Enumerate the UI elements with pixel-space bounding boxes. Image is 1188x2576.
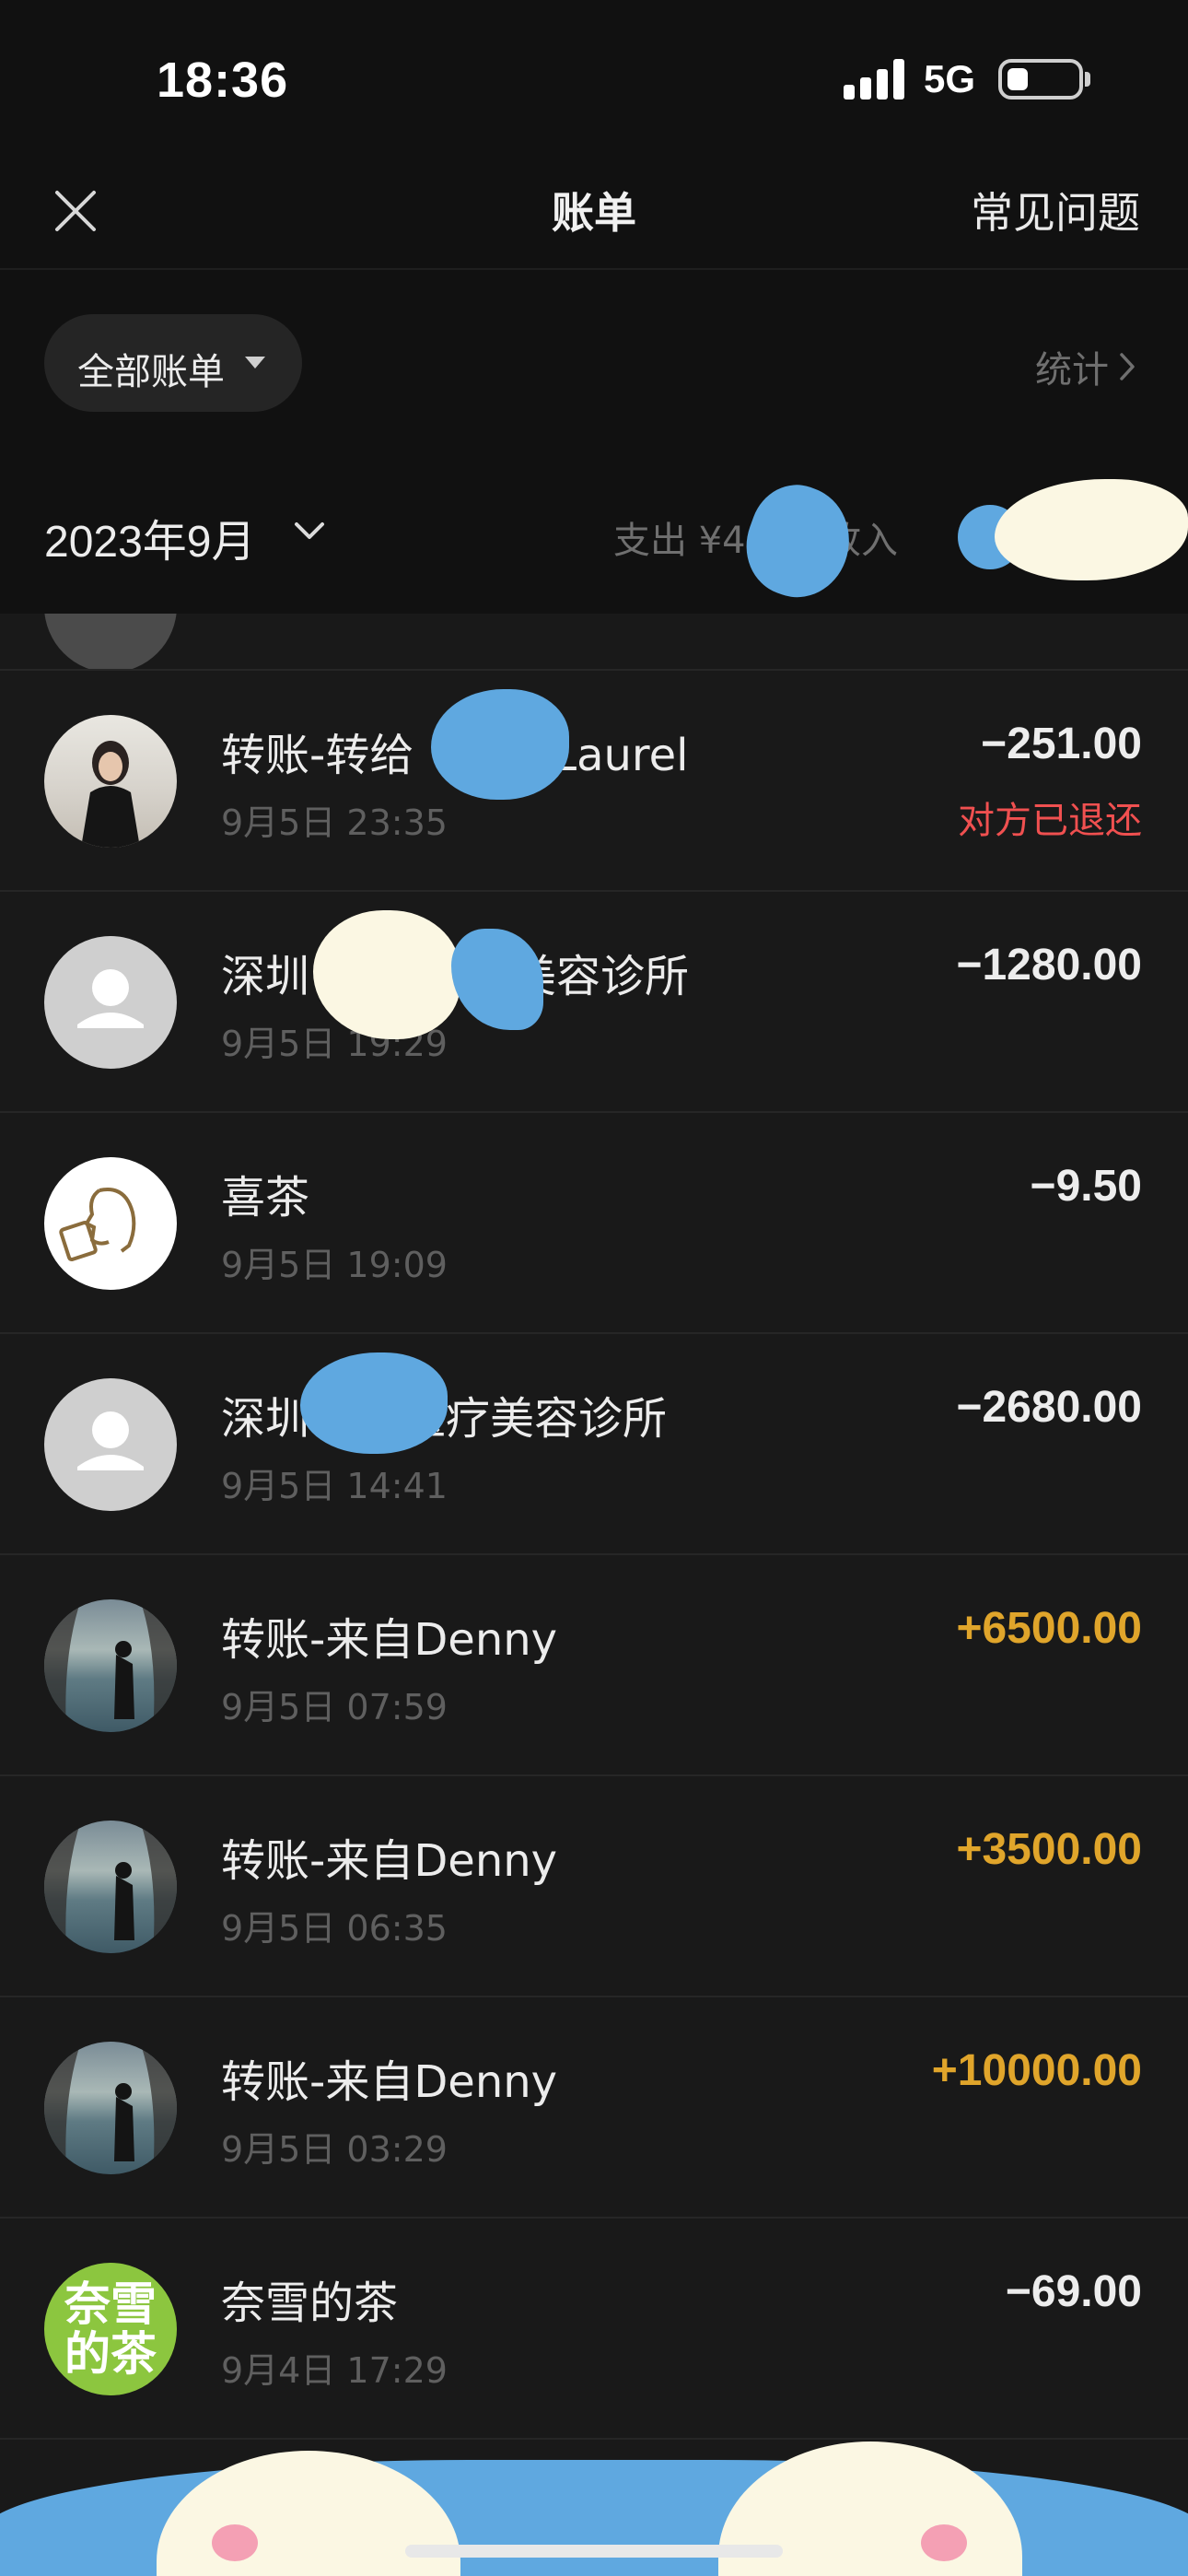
heytea-logo-icon [59, 1188, 136, 1262]
list-item[interactable] [0, 614, 1188, 671]
transaction-amount: +3500.00 [956, 1825, 1142, 1874]
avatar [44, 1157, 177, 1290]
redaction-mark [995, 479, 1188, 580]
transaction-amount: −2680.00 [956, 1383, 1142, 1432]
refund-status: 对方已退还 [958, 800, 1142, 842]
status-bar: 18:36 5G [0, 0, 1188, 152]
redaction-mark [431, 689, 569, 800]
transaction-row[interactable]: 深圳 美容诊所 9月5日 19:29 −1280.00 [0, 892, 1188, 1113]
month-selector[interactable]: 2023年9月 [44, 505, 255, 569]
transaction-time: 9月5日 23:35 [221, 802, 448, 843]
default-person-icon [77, 969, 144, 1028]
transaction-title: 喜茶 [221, 1172, 310, 1224]
cellular-signal-icon [844, 59, 904, 100]
avatar [44, 715, 177, 848]
transaction-title: 转账-来自Denny [221, 1835, 558, 1887]
avatar: 奈雪的茶 [44, 2263, 177, 2395]
bill-filter-dropdown[interactable]: 全部账单 [44, 314, 302, 412]
transaction-amount: +6500.00 [956, 1604, 1142, 1653]
transaction-amount: −9.50 [1030, 1162, 1142, 1211]
transaction-time: 9月5日 03:29 [221, 2129, 448, 2170]
transaction-time: 9月5日 06:35 [221, 1908, 448, 1949]
avatar [44, 936, 177, 1069]
nav-bar: 账单 常见问题 [0, 152, 1188, 270]
nayuki-logo: 奈雪的茶 [64, 2277, 157, 2381]
transaction-row[interactable]: 深圳 医疗美容诊所 9月5日 14:41 −2680.00 [0, 1334, 1188, 1555]
transaction-row[interactable]: 转账-转给 Laurel 9月5日 23:35 −251.00 对方已退还 [0, 671, 1188, 892]
landscape-photo-icon [44, 1599, 177, 1732]
transaction-row[interactable]: 奈雪的茶 奈雪的茶 9月4日 17:29 −69.00 [0, 2219, 1188, 2440]
transaction-title: 转账-来自Denny [221, 2056, 558, 2108]
transaction-time: 9月5日 07:59 [221, 1687, 448, 1727]
transaction-time: 9月5日 14:41 [221, 1466, 448, 1506]
transaction-amount: −1280.00 [956, 941, 1142, 989]
person-photo-icon [81, 741, 140, 848]
bill-filter-label: 全部账单 [77, 351, 225, 393]
home-indicator [405, 2545, 783, 2558]
redaction-mark [731, 472, 866, 612]
avatar [44, 2042, 177, 2174]
landscape-photo-icon [44, 1821, 177, 1953]
transaction-amount: −69.00 [1005, 2267, 1142, 2316]
status-time: 18:36 [157, 53, 289, 108]
statistics-label: 统计 [1035, 349, 1109, 392]
avatar [44, 614, 177, 669]
statistics-link[interactable]: 统计 [1035, 340, 1136, 393]
transaction-amount: −251.00 [981, 720, 1142, 768]
transaction-row[interactable]: 喜茶 9月5日 19:09 −9.50 [0, 1113, 1188, 1334]
transaction-row[interactable]: 转账-来自Denny 9月5日 03:29 +10000.00 [0, 1997, 1188, 2219]
avatar [44, 1599, 177, 1732]
filter-bar: 全部账单 统计 [0, 270, 1188, 459]
transaction-time: 9月4日 17:29 [221, 2350, 448, 2391]
transaction-title: 奈雪的茶 [221, 2277, 399, 2329]
caret-down-icon [245, 357, 265, 369]
battery-cap [1085, 72, 1090, 87]
chevron-down-icon[interactable] [293, 520, 326, 542]
transaction-row[interactable]: 转账-来自Denny 9月5日 07:59 +6500.00 [0, 1555, 1188, 1776]
transaction-time: 9月5日 19:09 [221, 1245, 448, 1285]
transaction-row[interactable]: 转账-来自Denny 9月5日 06:35 +3500.00 [0, 1776, 1188, 1997]
redaction-mark [300, 1352, 448, 1454]
transaction-title: 转账-来自Denny [221, 1614, 558, 1666]
default-person-icon [77, 1411, 144, 1470]
chevron-right-icon [1120, 353, 1135, 381]
network-type: 5G [924, 57, 976, 100]
avatar [44, 1378, 177, 1511]
battery-icon [998, 59, 1083, 100]
landscape-photo-icon [44, 2042, 177, 2174]
avatar [44, 1821, 177, 1953]
transaction-amount: +10000.00 [931, 2046, 1142, 2095]
transaction-list: 转账-转给 Laurel 9月5日 23:35 −251.00 对方已退还 深圳美… [0, 614, 1188, 2440]
month-header: 2023年9月 支出 ¥46 收入 [0, 459, 1188, 614]
faq-link[interactable]: 常见问题 [971, 180, 1140, 240]
